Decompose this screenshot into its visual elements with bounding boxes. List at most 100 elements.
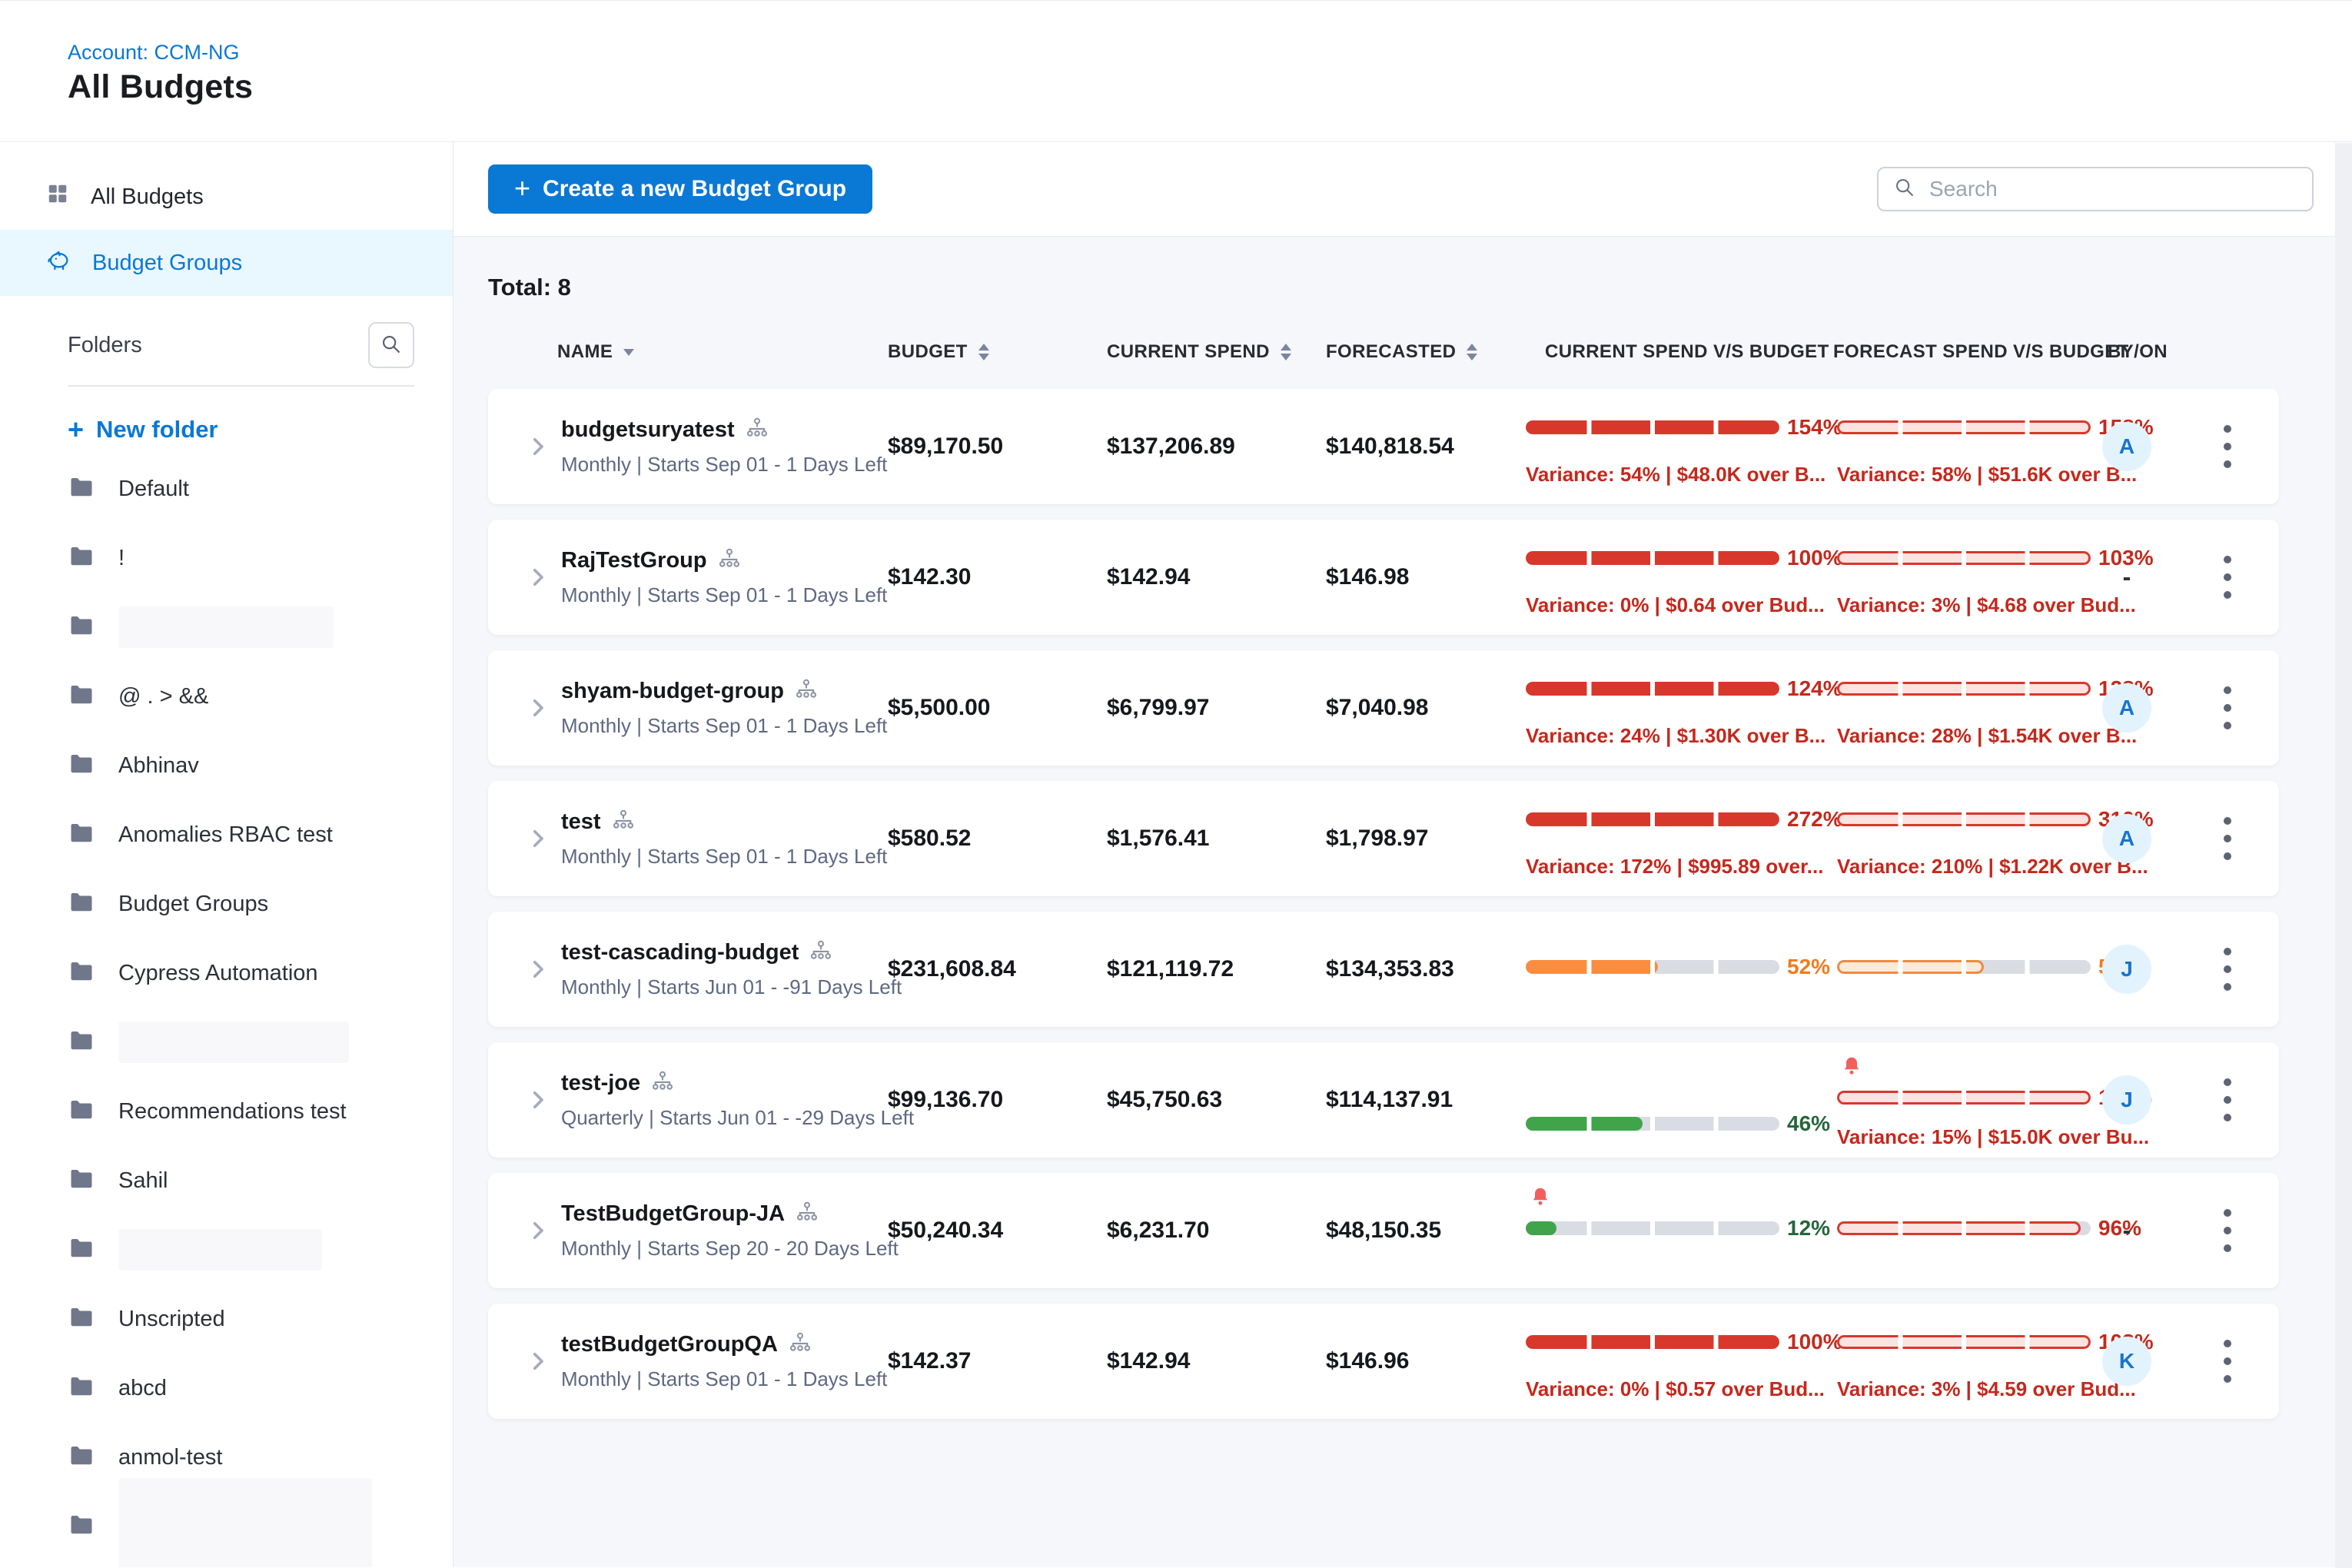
forecast-vs-budget-bar-track [1837, 1335, 2091, 1349]
new-folder-button[interactable]: + New folder [63, 413, 223, 447]
column-header-forecasted[interactable]: FORECASTED [1326, 341, 1477, 363]
folder-item-redacted[interactable] [0, 1215, 453, 1284]
current-vs-budget-bar-fill [1526, 1221, 1556, 1235]
budget-group-name[interactable]: test-joe [561, 1071, 640, 1096]
row-actions-menu-icon[interactable] [2216, 1071, 2239, 1129]
forecast-variance-text: Variance: 15% | $15.0K over Bu... [1837, 1125, 2148, 1149]
expand-chevron-icon[interactable] [525, 826, 551, 852]
column-header-budget[interactable]: BUDGET [888, 341, 989, 363]
forecast-variance-text: Variance: 3% | $4.68 over Bud... [1837, 593, 2148, 617]
row-actions-menu-icon[interactable] [2216, 548, 2239, 606]
row-actions-menu-icon[interactable] [2216, 809, 2239, 868]
current-vs-budget-bar-track [1526, 551, 1779, 565]
byon-avatar[interactable]: A [2102, 422, 2151, 471]
dot [2224, 1114, 2231, 1121]
budget-group-name[interactable]: budgetsuryatest [561, 417, 735, 443]
forecast-vs-budget-bar: 103% [1837, 1330, 2148, 1354]
folder-item-item[interactable]: ! [0, 523, 453, 593]
dot [2224, 1340, 2231, 1347]
folder-item-redacted[interactable] [0, 593, 453, 662]
folder-item-default[interactable]: Default [0, 454, 453, 523]
folder-item-abcd[interactable]: abcd [0, 1354, 453, 1423]
current-spend-value: $6,231.70 [1107, 1218, 1209, 1244]
budget-value: $231,608.84 [888, 956, 1016, 982]
grid-icon [46, 182, 69, 211]
folder-icon [68, 1096, 95, 1128]
sort-arrows-icon[interactable] [978, 344, 989, 360]
expand-chevron-icon[interactable] [525, 1218, 551, 1244]
byon-avatar[interactable]: J [2102, 945, 2151, 994]
scrollbar-track[interactable] [2335, 143, 2352, 1568]
hierarchy-icon [718, 547, 741, 574]
budget-value: $142.37 [888, 1348, 971, 1374]
sort-arrows-icon[interactable] [1467, 344, 1477, 360]
dot [2224, 556, 2231, 563]
expand-chevron-icon[interactable] [525, 564, 551, 590]
sidebar-item-all-budgets[interactable]: All Budgets [0, 164, 453, 230]
byon-avatar[interactable]: A [2102, 683, 2151, 733]
budget-group-name[interactable]: shyam-budget-group [561, 679, 784, 704]
folder-item-cypress-automation[interactable]: Cypress Automation [0, 938, 453, 1008]
row-actions-menu-icon[interactable] [2216, 1332, 2239, 1390]
forecasted-value: $134,353.83 [1326, 956, 1454, 982]
current-variance-text [1526, 1125, 1837, 1149]
budget-group-name[interactable]: test [561, 809, 601, 835]
byon-empty: - [2102, 1217, 2151, 1245]
folder-search-button[interactable] [368, 322, 414, 368]
row-actions-menu-icon[interactable] [2216, 1201, 2239, 1260]
budget-schedule: Monthly | Starts Sep 01 - 1 Days Left [561, 1367, 887, 1391]
redacted-folder-name [118, 606, 334, 648]
expand-chevron-icon[interactable] [525, 1087, 551, 1113]
row-actions-menu-icon[interactable] [2216, 940, 2239, 998]
folder-icon [68, 1373, 95, 1404]
forecast-vs-budget-bar-track [1837, 812, 2091, 826]
expand-chevron-icon[interactable] [525, 695, 551, 721]
spend-bars: 154%158% [1526, 415, 2148, 440]
sidebar-item-label: All Budgets [91, 184, 204, 210]
folder-item-redacted[interactable] [0, 1008, 453, 1077]
sidebar-item-budget-groups[interactable]: Budget Groups [0, 230, 453, 296]
folder-icon [68, 1165, 95, 1197]
current-vs-budget-percent-label: 154% [1787, 415, 1842, 440]
byon-avatar[interactable]: A [2102, 814, 2151, 863]
table-row: test-joeQuarterly | Starts Jun 01 - -29 … [488, 1042, 2279, 1158]
budget-value: $89,170.50 [888, 434, 1003, 460]
create-budget-group-button[interactable]: + Create a new Budget Group [488, 164, 872, 214]
forecast-vs-budget-bar-fill [1837, 812, 2091, 826]
folder-item-redacted[interactable] [0, 1492, 453, 1561]
budget-group-name[interactable]: TestBudgetGroup-JA [561, 1201, 785, 1227]
row-actions-menu-icon[interactable] [2216, 417, 2239, 476]
current-vs-budget-bar-fill [1526, 960, 1658, 974]
budget-group-name[interactable]: testBudgetGroupQA [561, 1332, 778, 1357]
sort-arrows-icon[interactable] [1281, 344, 1291, 360]
search-input[interactable] [1928, 176, 2297, 202]
budget-schedule: Monthly | Starts Sep 01 - 1 Days Left [561, 583, 887, 607]
column-header-current-spend[interactable]: CURRENT SPEND [1107, 341, 1291, 363]
account-breadcrumb[interactable]: Account: CCM-NG [68, 41, 240, 65]
folder-item-abhinav[interactable]: Abhinav [0, 731, 453, 800]
column-header-name[interactable]: NAME [557, 341, 634, 363]
folder-item-recommendations-test[interactable]: Recommendations test [0, 1077, 453, 1146]
search-icon [1894, 177, 1915, 202]
folder-item-sahil[interactable]: Sahil [0, 1146, 453, 1215]
budget-group-name-block: testBudgetGroupQA Monthly | Starts Sep 01… [561, 1331, 887, 1391]
total-count: Total: 8 [488, 274, 2317, 301]
folder-item-unscripted[interactable]: Unscripted [0, 1284, 453, 1354]
byon-avatar[interactable]: J [2102, 1075, 2151, 1125]
row-actions-menu-icon[interactable] [2216, 679, 2239, 737]
byon-avatar[interactable]: K [2102, 1337, 2151, 1386]
name-line: TestBudgetGroup-JA [561, 1201, 899, 1227]
expand-chevron-icon[interactable] [525, 956, 551, 982]
budget-group-name[interactable]: RajTestGroup [561, 548, 707, 573]
budget-group-name[interactable]: test-cascading-budget [561, 940, 799, 965]
redacted-folder-name [118, 1022, 349, 1063]
folder-item-item[interactable]: @ . > && [0, 662, 453, 731]
column-label: BY/ON [2108, 341, 2168, 363]
column-label: NAME [557, 341, 613, 363]
forecasted-value: $146.98 [1326, 564, 1409, 590]
expand-chevron-icon[interactable] [525, 434, 551, 460]
folder-item-budget-groups[interactable]: Budget Groups [0, 869, 453, 938]
expand-chevron-icon[interactable] [525, 1348, 551, 1374]
folder-item-anomalies-rbac-test[interactable]: Anomalies RBAC test [0, 800, 453, 869]
folder-name: abcd [118, 1376, 167, 1401]
